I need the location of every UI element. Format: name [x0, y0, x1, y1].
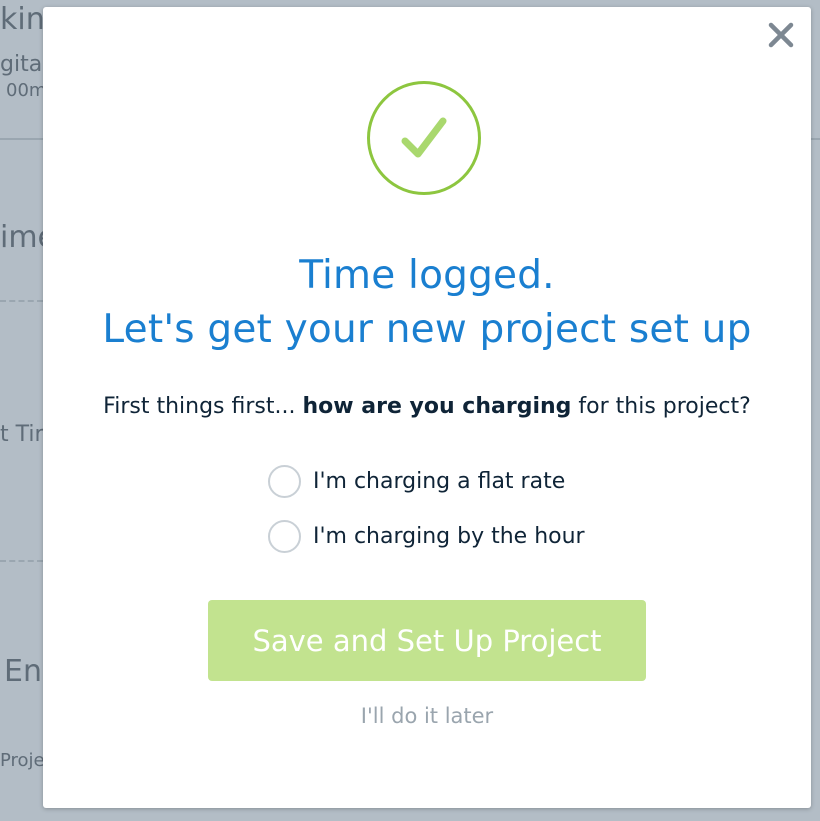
- save-and-setup-button[interactable]: Save and Set Up Project: [208, 600, 646, 681]
- bg-divider-dashed: [0, 560, 43, 562]
- option-hourly-label: I'm charging by the hour: [313, 523, 585, 549]
- title-line-2: Let's get your new project set up: [102, 307, 752, 352]
- close-icon[interactable]: [768, 22, 794, 48]
- charging-question: First things first... how are you chargi…: [43, 394, 811, 419]
- success-badge: [367, 81, 481, 195]
- modal-title: Time logged. Let's get your new project …: [43, 249, 811, 357]
- time-logged-modal: Time logged. Let's get your new project …: [43, 7, 811, 808]
- bg-fragment-entry-heading: En: [4, 654, 42, 689]
- bg-fragment-heading: kin: [0, 2, 45, 37]
- bg-divider-dashed: [0, 300, 43, 302]
- radio-flat-rate[interactable]: [268, 464, 301, 498]
- checkmark-icon: [401, 117, 447, 158]
- bg-fragment-project: Proje: [0, 750, 45, 771]
- bg-fragment-subtitle: gita: [0, 52, 43, 77]
- title-line-1: Time logged.: [299, 253, 555, 298]
- question-prefix: First things first...: [103, 394, 303, 419]
- bg-fragment-duration: 00m: [6, 80, 47, 101]
- do-it-later-link[interactable]: I'll do it later: [43, 704, 811, 728]
- question-suffix: for this project?: [571, 394, 751, 419]
- radio-hourly[interactable]: [268, 519, 301, 553]
- bg-fragment-label: t Tir: [0, 422, 44, 447]
- option-flat-rate-label: I'm charging a flat rate: [313, 468, 566, 494]
- close-button[interactable]: [765, 19, 797, 51]
- option-hourly[interactable]: I'm charging by the hour: [268, 518, 585, 554]
- option-flat-rate[interactable]: I'm charging a flat rate: [268, 463, 565, 499]
- question-emphasis: how are you charging: [302, 394, 572, 419]
